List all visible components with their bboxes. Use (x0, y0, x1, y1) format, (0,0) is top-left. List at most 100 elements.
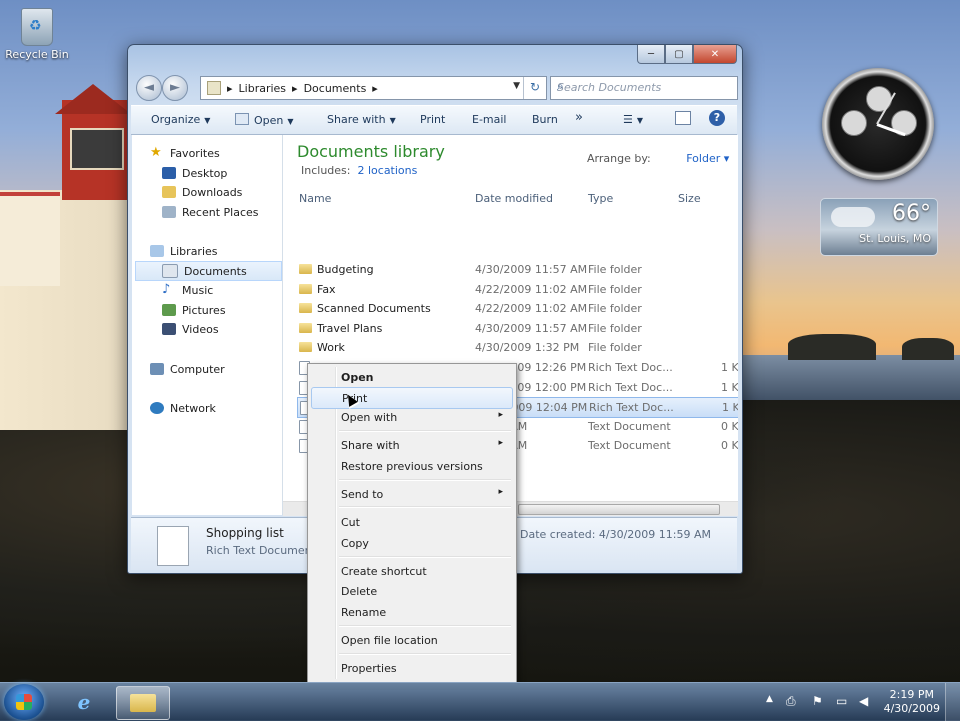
menu-properties[interactable]: Properties (311, 658, 511, 678)
file-size: 0 K (721, 439, 738, 453)
nav-computer[interactable]: Computer (150, 360, 296, 378)
breadcrumb-libraries[interactable]: Libraries (239, 82, 287, 95)
downloads-icon (162, 186, 176, 198)
windows-explorer-taskbar-button[interactable] (116, 686, 170, 720)
more-commands-button[interactable]: » (575, 110, 583, 125)
library-includes: Includes: 2 locations (301, 164, 418, 177)
maximize-button[interactable]: ▢ (665, 45, 693, 64)
nav-network[interactable]: Network (150, 399, 296, 417)
desktop-icon (162, 167, 176, 179)
file-row[interactable]: Budgeting 4/30/2009 11:57 AM File folder (297, 260, 738, 279)
sea (720, 355, 960, 405)
column-header-size[interactable]: Size (678, 192, 701, 205)
search-icon[interactable]: ⌕ (557, 79, 732, 94)
clock-gadget[interactable] (822, 68, 934, 180)
volume-icon[interactable]: ◀ (859, 694, 868, 708)
menu-create-shortcut[interactable]: Create shortcut (311, 561, 511, 581)
folder-icon (299, 283, 312, 294)
file-row[interactable]: Fax 4/22/2009 11:02 AM File folder (297, 280, 738, 299)
lighthouse-lantern (70, 128, 124, 170)
share-with-button[interactable]: Share with ▼ (327, 113, 396, 126)
email-button[interactable]: E-mail (472, 113, 507, 126)
recycle-bin-icon (21, 8, 53, 46)
menu-print[interactable]: Print (311, 387, 513, 409)
open-icon (235, 113, 249, 125)
organize-button[interactable]: Organize ▼ (151, 113, 210, 126)
forward-button[interactable]: ► (162, 75, 188, 101)
printer-icon[interactable]: ⎙ (786, 694, 796, 709)
weather-temp: 66° (892, 201, 931, 226)
file-date-modified: 4/22/2009 11:02 AM (475, 302, 588, 316)
close-button[interactable]: ✕ (693, 45, 737, 64)
address-dropdown-icon[interactable]: ▼ (513, 81, 520, 91)
menu-separator (339, 653, 511, 655)
nav-favorites[interactable]: ★ Favorites (150, 144, 296, 162)
back-button[interactable]: ◄ (136, 75, 162, 101)
arrange-by-dropdown[interactable]: Folder ▾ (670, 152, 729, 165)
weather-gadget[interactable]: 66° St. Louis, MO (820, 198, 938, 256)
navigation-pane: ★ Favorites Desktop Downloads Recent Plac… (132, 135, 283, 515)
arrange-by: Arrange by: Folder ▾ (587, 152, 730, 165)
menu-cut[interactable]: Cut (311, 512, 511, 532)
menu-delete[interactable]: Delete (311, 581, 511, 601)
nav-documents[interactable]: Documents (135, 261, 282, 281)
refresh-icon[interactable]: ↻ (523, 77, 546, 99)
menu-share-with[interactable]: Share with ▸ (311, 435, 511, 455)
network-tray-icon[interactable]: ▭ (836, 694, 847, 708)
libraries-icon (150, 245, 164, 257)
file-date-modified: 4/30/2009 1:32 PM (475, 341, 580, 355)
file-size: 1 K (722, 401, 738, 415)
open-button[interactable]: Open ▼ (235, 113, 294, 127)
navigation-row: ◄ ► ▸ Libraries ▸ Documents ▸ ▼ ↻ Search… (134, 75, 738, 101)
help-icon[interactable]: ? (709, 110, 725, 126)
menu-separator (339, 556, 511, 558)
menu-open-with[interactable]: Open with ▸ (311, 407, 511, 427)
internet-explorer-icon[interactable]: e (58, 686, 110, 718)
file-date-modified: 4/30/2009 11:57 AM (475, 263, 588, 276)
island (788, 334, 876, 360)
menu-separator (339, 506, 511, 508)
nav-libraries[interactable]: Libraries (150, 242, 296, 260)
column-header-date-modified[interactable]: Date modified (475, 192, 553, 205)
menu-open-file-location[interactable]: Open file location (311, 630, 511, 650)
menu-rename[interactable]: Rename (311, 602, 511, 622)
show-desktop-button[interactable] (945, 683, 960, 721)
submenu-arrow-icon: ▸ (498, 438, 503, 448)
file-type: Text Document (588, 439, 671, 453)
menu-restore-previous-versions[interactable]: Restore previous versions (311, 456, 511, 476)
address-bar[interactable]: ▸ Libraries ▸ Documents ▸ ▼ ↻ (200, 76, 547, 100)
folder-icon (299, 264, 312, 274)
start-button[interactable] (4, 684, 44, 720)
clock-subdial (841, 110, 867, 136)
show-hidden-icons-icon[interactable]: ▲ (766, 694, 773, 704)
minimize-button[interactable]: ─ (637, 45, 665, 64)
menu-separator (339, 625, 511, 627)
print-button[interactable]: Print (420, 113, 445, 126)
preview-pane-icon[interactable] (675, 111, 691, 125)
column-header-type[interactable]: Type (588, 192, 613, 205)
breadcrumb-documents[interactable]: Documents (304, 82, 367, 95)
file-date-modified: 4/30/2009 11:57 AM (475, 321, 588, 335)
menu-open[interactable]: Open (311, 367, 511, 387)
weather-city: St. Louis, MO (859, 232, 931, 245)
breadcrumb-separator: ▸ (372, 81, 378, 95)
view-options-icon[interactable]: ☰ ▼ (623, 113, 643, 126)
taskbar-clock[interactable]: 2:19 PM 4/30/2009 (884, 688, 940, 716)
scrollbar-thumb[interactable] (518, 504, 720, 515)
menu-copy[interactable]: Copy (311, 533, 511, 553)
file-size: 1 K (721, 380, 738, 394)
caption-buttons: ─ ▢ ✕ (637, 45, 737, 64)
submenu-arrow-icon: ▸ (498, 410, 503, 420)
recent-places-icon (162, 206, 176, 218)
includes-locations-link[interactable]: 2 locations (357, 164, 417, 177)
burn-button[interactable]: Burn (532, 113, 558, 126)
recycle-bin[interactable]: Recycle Bin (4, 8, 70, 61)
file-row[interactable]: Scanned Documents 4/22/2009 11:02 AM File … (297, 299, 738, 318)
search-box[interactable]: Search Documents ⌕ (550, 76, 738, 100)
file-row[interactable]: Work 4/30/2009 1:32 PM File folder (297, 338, 738, 357)
action-center-flag-icon[interactable]: ⚑ (812, 694, 823, 708)
menu-send-to[interactable]: Send to ▸ (311, 484, 511, 504)
column-header-name[interactable]: Name (299, 192, 331, 205)
file-row[interactable]: Travel Plans 4/30/2009 11:57 AM File folde… (297, 319, 738, 338)
file-name: Travel Plans (317, 321, 383, 335)
